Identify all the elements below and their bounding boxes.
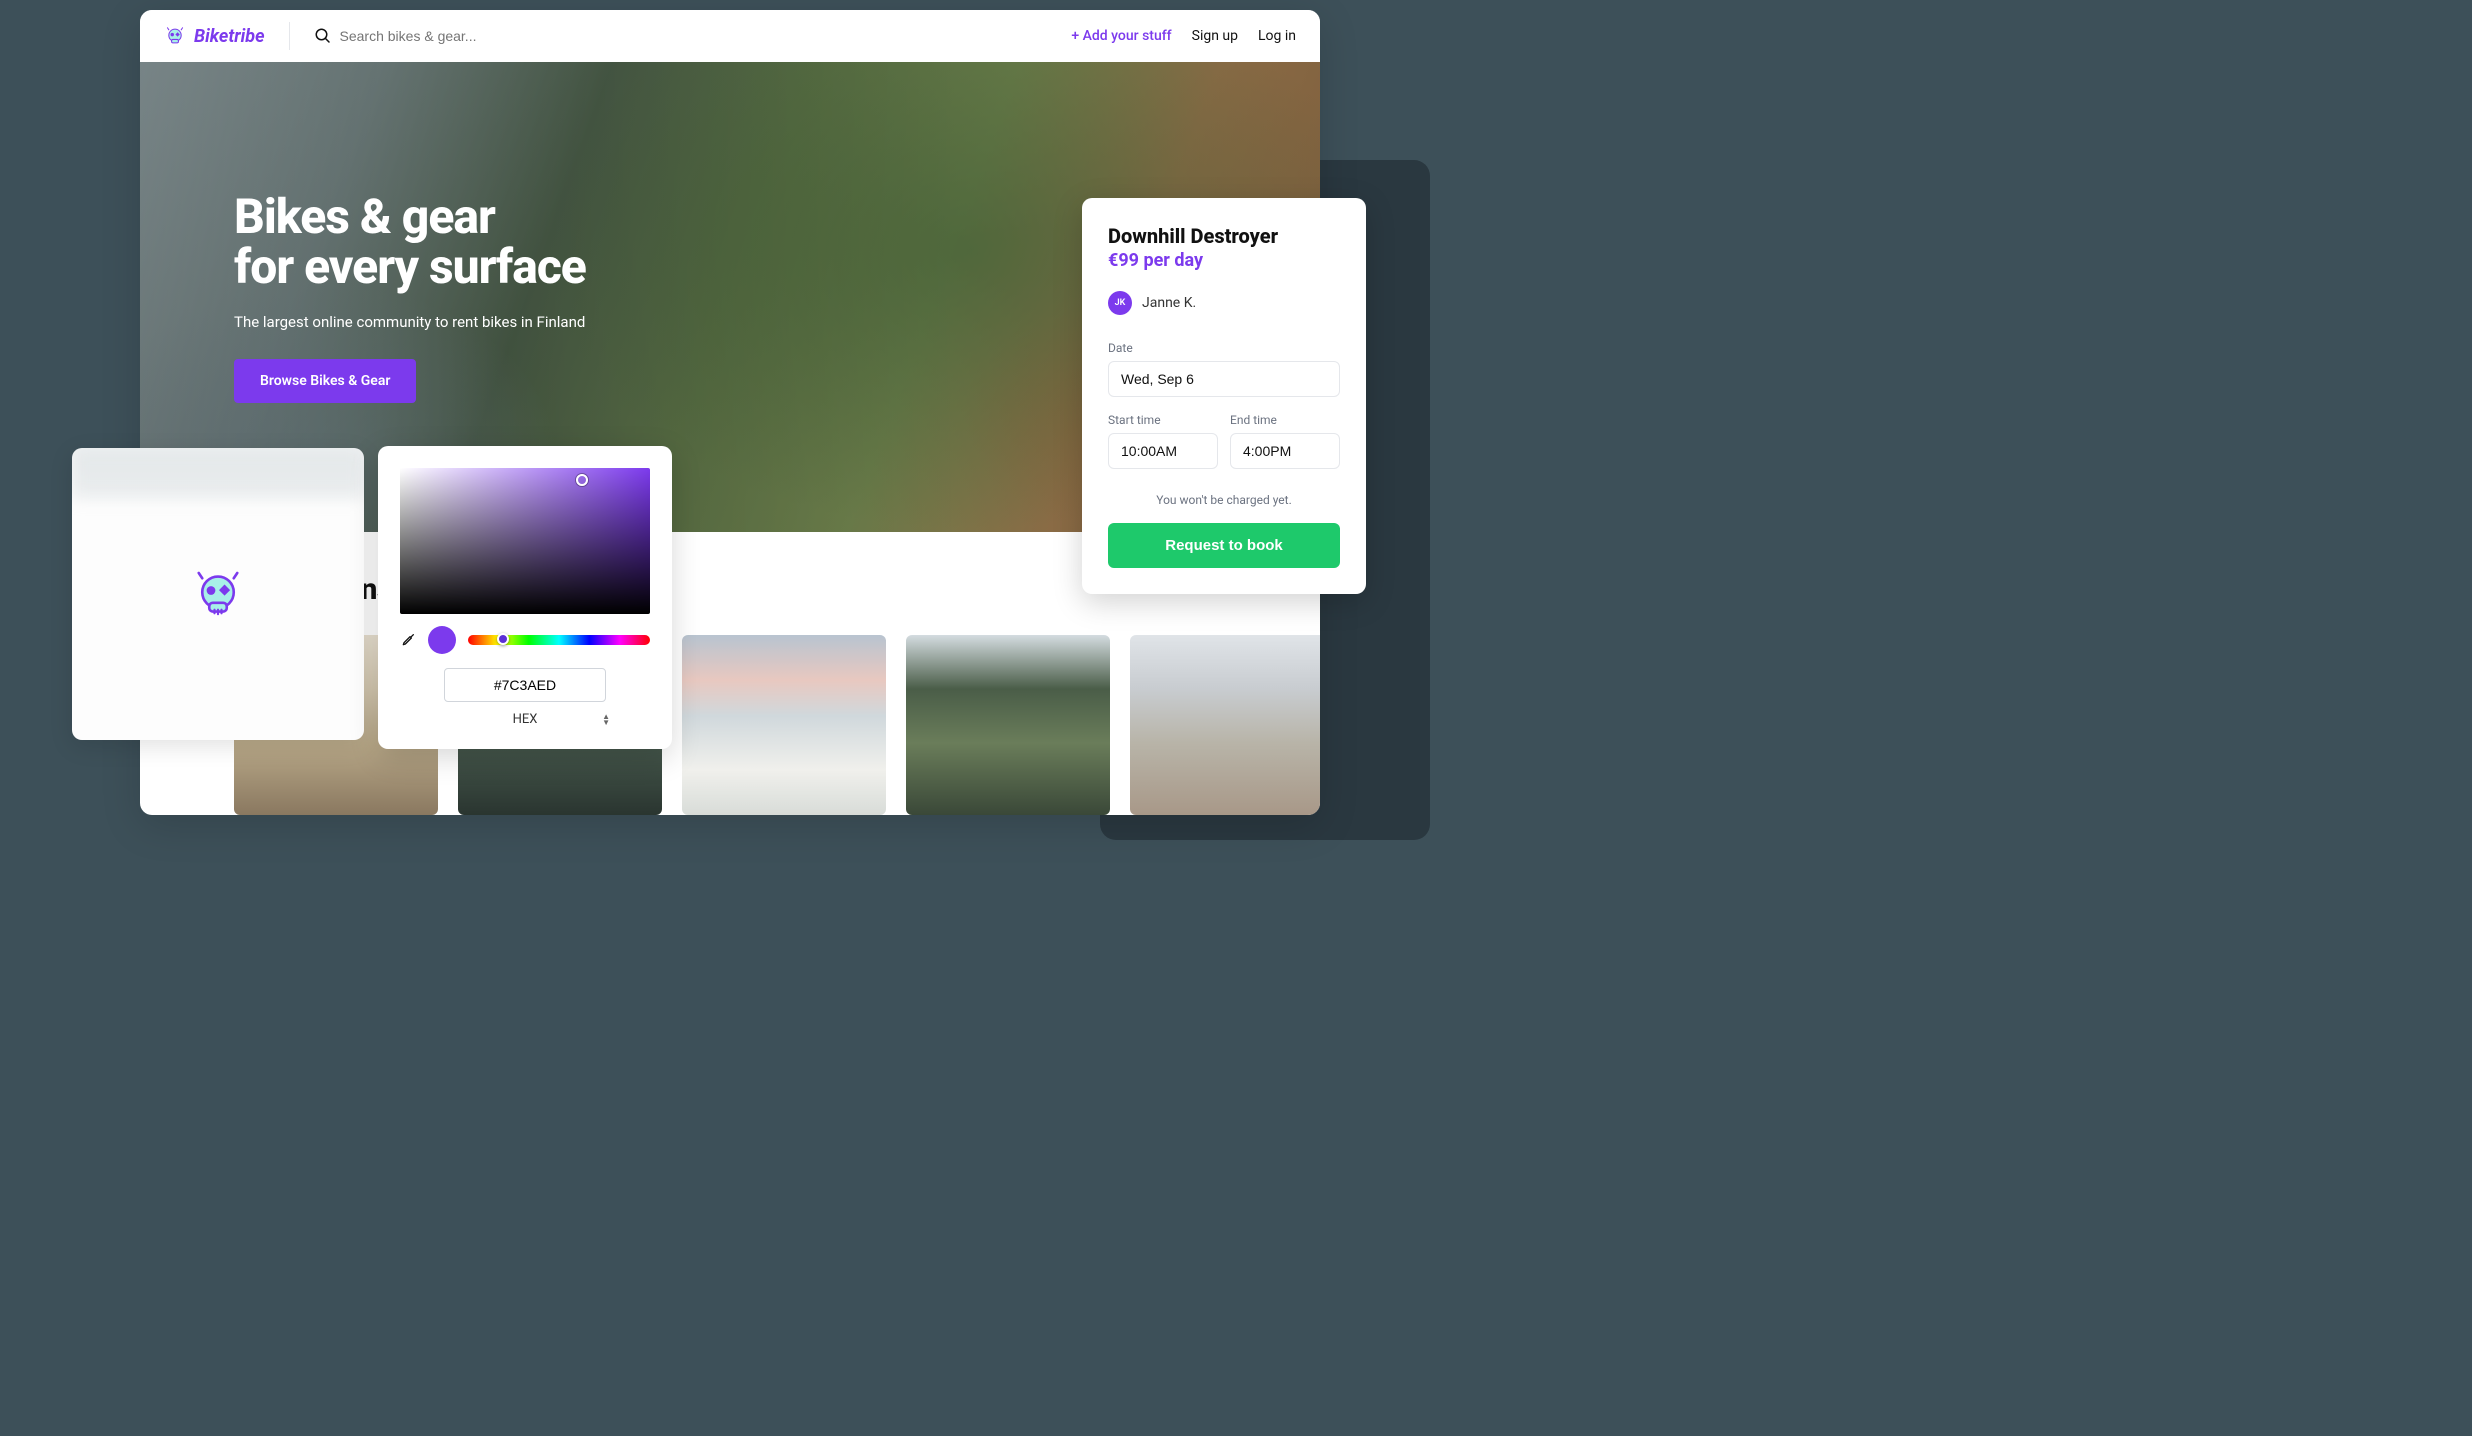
start-time-label: Start time bbox=[1108, 413, 1218, 427]
hex-input[interactable] bbox=[444, 668, 606, 702]
skull-icon bbox=[190, 566, 246, 622]
color-swatch bbox=[428, 626, 456, 654]
start-time-field: Start time bbox=[1108, 413, 1218, 469]
booking-price: €99 per day bbox=[1108, 250, 1340, 271]
booking-user: JK Janne K. bbox=[1108, 291, 1340, 315]
header-divider bbox=[289, 22, 290, 50]
saturation-cursor[interactable] bbox=[576, 474, 588, 486]
brand-name: Biketribe bbox=[194, 26, 265, 47]
user-name: Janne K. bbox=[1142, 295, 1196, 311]
hue-slider[interactable] bbox=[468, 635, 650, 645]
color-picker-card: HEX ▲▼ bbox=[378, 446, 672, 749]
location-card[interactable] bbox=[1130, 635, 1320, 815]
header: Biketribe + Add your stuff Sign up Log i… bbox=[140, 10, 1320, 62]
time-row: Start time End time bbox=[1108, 413, 1340, 469]
search-input[interactable] bbox=[340, 28, 600, 44]
booking-card: Downhill Destroyer €99 per day JK Janne … bbox=[1082, 198, 1366, 594]
color-mode-row: HEX ▲▼ bbox=[400, 712, 650, 727]
request-book-button[interactable]: Request to book bbox=[1108, 523, 1340, 568]
location-card[interactable] bbox=[682, 635, 886, 815]
hero-title-line2: for every surface bbox=[234, 238, 586, 295]
end-time-input[interactable] bbox=[1230, 433, 1340, 469]
date-field: Date bbox=[1108, 341, 1340, 397]
saturation-box[interactable] bbox=[400, 468, 650, 614]
hero-title: Bikes & gear for every surface bbox=[234, 192, 586, 293]
browse-button[interactable]: Browse Bikes & Gear bbox=[234, 359, 416, 403]
login-link[interactable]: Log in bbox=[1258, 28, 1296, 44]
hue-cursor[interactable] bbox=[497, 633, 509, 645]
booking-title: Downhill Destroyer bbox=[1108, 224, 1340, 248]
date-input[interactable] bbox=[1108, 361, 1340, 397]
end-time-field: End time bbox=[1230, 413, 1340, 469]
avatar: JK bbox=[1108, 291, 1132, 315]
location-card[interactable] bbox=[906, 635, 1110, 815]
eyedropper-icon[interactable] bbox=[400, 632, 416, 648]
logo[interactable]: Biketribe bbox=[164, 25, 265, 47]
search-wrap bbox=[314, 27, 1056, 45]
skull-icon bbox=[164, 25, 186, 47]
add-stuff-link[interactable]: + Add your stuff bbox=[1071, 28, 1171, 44]
signup-link[interactable]: Sign up bbox=[1192, 28, 1238, 44]
hero-subtitle: The largest online community to rent bik… bbox=[234, 313, 586, 331]
date-label: Date bbox=[1108, 341, 1340, 355]
mode-stepper-icon[interactable]: ▲▼ bbox=[602, 714, 610, 726]
end-time-label: End time bbox=[1230, 413, 1340, 427]
booking-note: You won't be charged yet. bbox=[1108, 493, 1340, 507]
logo-preview-card bbox=[72, 448, 364, 740]
color-mode-label: HEX bbox=[513, 712, 538, 727]
header-actions: + Add your stuff Sign up Log in bbox=[1071, 28, 1296, 44]
search-icon bbox=[314, 27, 332, 45]
hero-title-line1: Bikes & gear bbox=[234, 188, 495, 245]
picker-controls-row bbox=[400, 626, 650, 654]
start-time-input[interactable] bbox=[1108, 433, 1218, 469]
hero-content: Bikes & gear for every surface The large… bbox=[234, 192, 586, 403]
